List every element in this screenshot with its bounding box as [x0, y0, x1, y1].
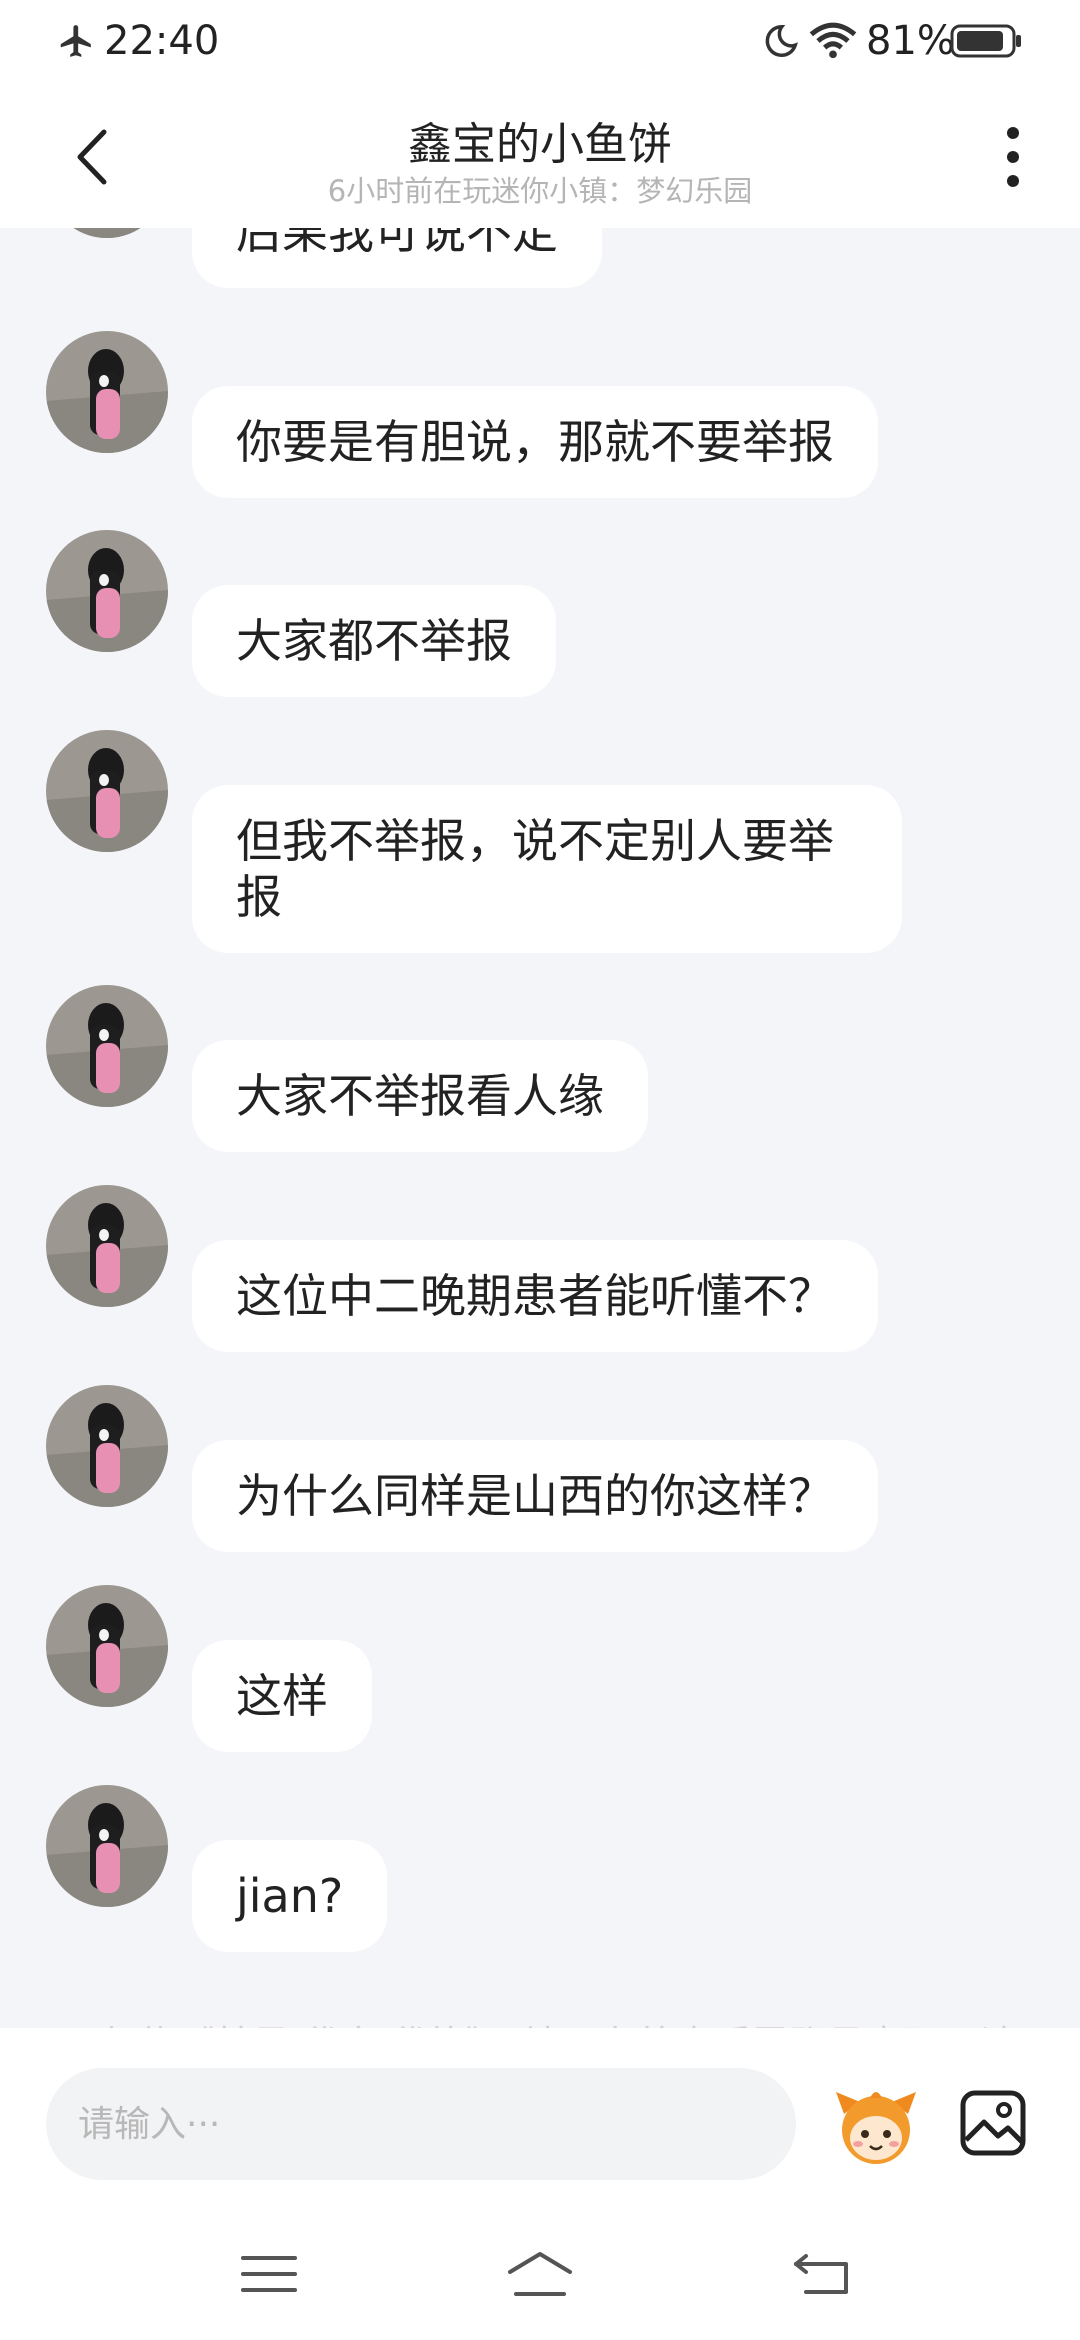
- message-bubble[interactable]: 后果我可说不定: [192, 228, 602, 288]
- chat-header: 鑫宝的小鱼饼 6小时前在玩迷你小镇：梦幻乐园: [0, 86, 1080, 228]
- chat-subtitle: 6小时前在玩迷你小镇：梦幻乐园: [327, 174, 753, 208]
- more-options-icon[interactable]: [998, 124, 1028, 190]
- message-bubble[interactable]: 这样: [192, 1640, 372, 1752]
- message-input[interactable]: [46, 2068, 796, 2180]
- avatar[interactable]: [46, 1785, 168, 1907]
- battery-percent: 81%: [866, 18, 955, 64]
- message-bubble[interactable]: 这位中二晚期患者能听懂不？: [192, 1240, 878, 1352]
- avatar[interactable]: [46, 1385, 168, 1507]
- avatar[interactable]: [46, 530, 168, 652]
- menu-icon[interactable]: [240, 2254, 298, 2294]
- message-input-container[interactable]: [46, 2068, 796, 2180]
- avatar[interactable]: [46, 228, 168, 238]
- airplane-icon: [60, 25, 91, 57]
- emoji-icon[interactable]: [830, 2080, 922, 2172]
- wifi-icon: [809, 22, 857, 59]
- message-bubble[interactable]: 但我不举报，说不定别人要举报: [192, 785, 902, 953]
- message-bubble[interactable]: 大家都不举报: [192, 585, 556, 697]
- avatar[interactable]: [46, 1185, 168, 1307]
- chat-title: 鑫宝的小鱼饼: [408, 119, 672, 170]
- back-nav-icon[interactable]: [792, 2252, 852, 2296]
- chat-message-list[interactable]: 后果我可说不定 你要是有胆说，那就不要举报 大家都不举报 但我不举报，说不定别人…: [0, 228, 1080, 2028]
- message-bubble[interactable]: jian?: [192, 1840, 388, 1952]
- avatar[interactable]: [46, 730, 168, 852]
- status-bar: 22:40 81%: [0, 0, 1080, 86]
- image-icon[interactable]: [958, 2088, 1028, 2158]
- system-notice: 勿信《林号·代充·代练》，铸下在外点遥需账号密码，请: [0, 2014, 1080, 2028]
- system-navigation-bar: [0, 2208, 1080, 2340]
- message-bubble[interactable]: 你要是有胆说，那就不要举报: [192, 386, 878, 498]
- message-bubble[interactable]: 为什么同样是山西的你这样？: [192, 1440, 878, 1552]
- avatar[interactable]: [46, 1585, 168, 1707]
- home-icon[interactable]: [506, 2250, 574, 2298]
- moon-icon: [765, 25, 798, 57]
- input-bar: [0, 2028, 1080, 2208]
- message-bubble[interactable]: 大家不举报看人缘: [192, 1040, 648, 1152]
- status-time: 22:40: [104, 18, 220, 64]
- avatar[interactable]: [46, 985, 168, 1107]
- avatar[interactable]: [46, 331, 168, 453]
- battery-icon: [950, 24, 1021, 58]
